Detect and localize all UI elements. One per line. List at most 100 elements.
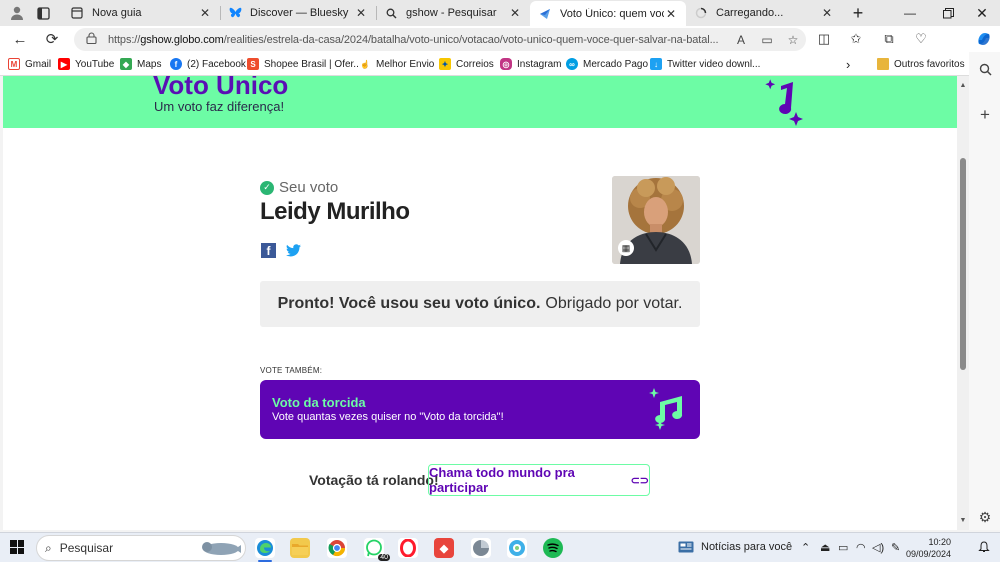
scrollbar-thumb[interactable] <box>960 158 966 370</box>
plus-icon: + <box>852 2 864 23</box>
check-icon: ✓ <box>260 180 274 195</box>
lock-icon <box>86 32 100 47</box>
new-tab-button[interactable]: + <box>838 0 878 26</box>
bookmark-melhor-envio[interactable]: ☝ Melhor Envio <box>359 56 434 72</box>
volume-icon[interactable]: ◁) <box>872 541 884 554</box>
windows-start-icon[interactable] <box>10 540 24 554</box>
bookmark-gmail[interactable]: M Gmail <box>8 56 51 72</box>
double-music-note-icon <box>649 388 683 430</box>
bookmark-other-favorites[interactable]: Outros favoritos <box>877 56 965 72</box>
tab-nova-guia[interactable]: Nova guia ✕ <box>62 2 220 24</box>
collections-icon[interactable]: ⧉ <box>878 29 900 49</box>
favorites-icon[interactable]: ✩ <box>845 29 867 49</box>
search-icon <box>384 6 398 20</box>
news-widget-icon[interactable] <box>678 541 694 556</box>
tab-carregando[interactable]: Carregando... ✕ <box>686 2 842 24</box>
url-path: /realities/estrela-da-casa/2024/batalha/… <box>223 33 719 46</box>
taskbar-chrome-icon[interactable] <box>327 538 347 558</box>
split-screen-icon[interactable]: ◫ <box>813 29 835 49</box>
vote-also-heading: VOTE TAMBÉM: <box>260 366 323 375</box>
page-viewport: Voto Único Um voto faz diferença! ✓ Seu … <box>3 76 957 530</box>
twitter-share-icon[interactable] <box>286 243 301 258</box>
melhor-envio-icon: ☝ <box>359 58 371 70</box>
close-icon[interactable]: ✕ <box>508 6 522 20</box>
facebook-icon: f <box>170 58 182 70</box>
url-text[interactable]: https://gshow.globo.com/realities/estrel… <box>108 34 728 46</box>
photo-gallery-icon[interactable]: ▦ <box>618 240 634 256</box>
sidebar-search-icon[interactable] <box>974 58 996 80</box>
url-host: gshow.globo.com <box>140 33 224 46</box>
bookmark-correios[interactable]: ✦ Correios <box>439 56 494 72</box>
taskbar-edge-icon[interactable] <box>255 538 275 558</box>
taskbar-opera-icon[interactable] <box>398 538 418 558</box>
usb-icon[interactable]: ⏏ <box>820 541 830 554</box>
folder-icon <box>877 58 889 70</box>
close-icon[interactable]: ✕ <box>820 6 834 20</box>
close-icon[interactable]: ✕ <box>664 7 678 21</box>
taskbar-app-icon[interactable] <box>471 538 491 558</box>
refresh-button[interactable]: ⟳ <box>41 29 63 49</box>
close-icon[interactable]: ✕ <box>354 6 368 20</box>
scroll-up-icon[interactable]: ▲ <box>957 79 969 91</box>
confirmation-bold: Pronto! Você usou seu voto único. <box>277 295 541 312</box>
immersive-reader-icon[interactable]: ▭ <box>754 33 780 47</box>
minimize-button[interactable]: — <box>890 0 930 26</box>
tab-title: Voto Único: quem você que <box>560 7 664 20</box>
tab-bluesky[interactable]: Discover — Bluesky ✕ <box>220 2 376 24</box>
system-clock[interactable]: 10:20 09/09/2024 <box>905 536 951 560</box>
bookmark-maps[interactable]: ◆ Maps <box>120 56 161 72</box>
edge-sidebar: + ⚙ <box>969 52 1000 530</box>
taskbar-search[interactable]: ⌕ Pesquisar <box>36 535 246 561</box>
close-icon: ✕ <box>976 4 988 21</box>
favorite-star-icon[interactable]: ☆ <box>780 33 806 47</box>
tab-actions-icon[interactable] <box>26 0 60 26</box>
correios-icon: ✦ <box>439 58 451 70</box>
bookmarks-overflow-chevron-icon[interactable]: › <box>846 56 850 72</box>
sidebar-add-icon[interactable]: + <box>974 104 996 126</box>
voting-ongoing-label: Votação tá rolando! <box>309 472 439 488</box>
clock-date: 09/09/2024 <box>905 549 951 559</box>
copilot-icon[interactable] <box>973 29 995 49</box>
scroll-down-icon[interactable]: ▼ <box>957 514 969 526</box>
bookmark-instagram[interactable]: ◎ Instagram <box>500 56 561 72</box>
taskbar-anydesk-icon[interactable]: ◆ <box>434 538 454 558</box>
taskbar-whatsapp-icon[interactable]: 40 <box>364 538 390 561</box>
close-window-button[interactable]: ✕ <box>962 0 1000 26</box>
share-invite-label: Chama todo mundo pra participar <box>429 465 575 495</box>
refresh-icon: ⟳ <box>45 31 59 48</box>
read-aloud-icon[interactable]: A <box>728 33 754 47</box>
browser-essentials-icon[interactable]: ♡ <box>910 29 932 49</box>
notifications-bell-icon[interactable] <box>978 541 990 556</box>
wifi-icon[interactable]: ◠ <box>856 541 866 554</box>
address-bar[interactable]: https://gshow.globo.com/realities/estrel… <box>74 28 806 51</box>
sidebar-settings-icon[interactable]: ⚙ <box>974 506 996 528</box>
address-row: ← ⟳ https://gshow.globo.com/realities/es… <box>0 26 1000 52</box>
bookmark-twitter-video[interactable]: ↓ Twitter video downl... <box>650 56 760 72</box>
pen-icon[interactable]: ✎ <box>891 541 900 554</box>
taskbar-edge-beta-icon[interactable] <box>507 538 527 558</box>
battery-icon[interactable]: ▭ <box>838 541 848 554</box>
show-hidden-icons-chevron-icon[interactable]: ⌃ <box>801 541 810 554</box>
voto-da-torcida-card[interactable]: Voto da torcida Vote quantas vezes quise… <box>260 380 700 439</box>
tab-gshow-search[interactable]: gshow - Pesquisar ✕ <box>376 2 530 24</box>
tab-voto-unico[interactable]: Voto Único: quem você que ✕ <box>530 1 686 26</box>
candidate-name: Leidy Murilho <box>260 198 410 225</box>
banner-subtitle: Um voto faz diferença! <box>154 99 285 114</box>
back-button[interactable]: ← <box>9 29 31 49</box>
facebook-share-icon[interactable]: f <box>261 243 276 258</box>
tab-strip: Nova guia ✕ Discover — Bluesky ✕ gshow -… <box>0 0 1000 26</box>
bookmark-facebook[interactable]: f (2) Facebook <box>170 56 246 72</box>
close-icon[interactable]: ✕ <box>198 6 212 20</box>
card-subtitle: Vote quantas vezes quiser no "Voto da to… <box>272 411 504 423</box>
news-widget-label[interactable]: Notícias para você <box>701 541 792 553</box>
bookmark-mercado-pago[interactable]: ∞ Mercado Pago <box>566 56 648 72</box>
share-invite-button[interactable]: Chama todo mundo pra participar ⊂⊃ <box>428 464 650 496</box>
bookmark-youtube[interactable]: ▶ YouTube <box>58 56 114 72</box>
mercado-pago-icon: ∞ <box>566 58 578 70</box>
taskbar-search-placeholder: Pesquisar <box>59 541 114 555</box>
taskbar-spotify-icon[interactable] <box>543 538 563 558</box>
new-tab-page-icon <box>70 6 84 20</box>
bookmark-shopee[interactable]: S Shopee Brasil | Ofer... <box>247 56 362 72</box>
taskbar-file-explorer-icon[interactable] <box>290 538 310 558</box>
page-scrollbar[interactable]: ▲ ▼ <box>957 76 969 530</box>
